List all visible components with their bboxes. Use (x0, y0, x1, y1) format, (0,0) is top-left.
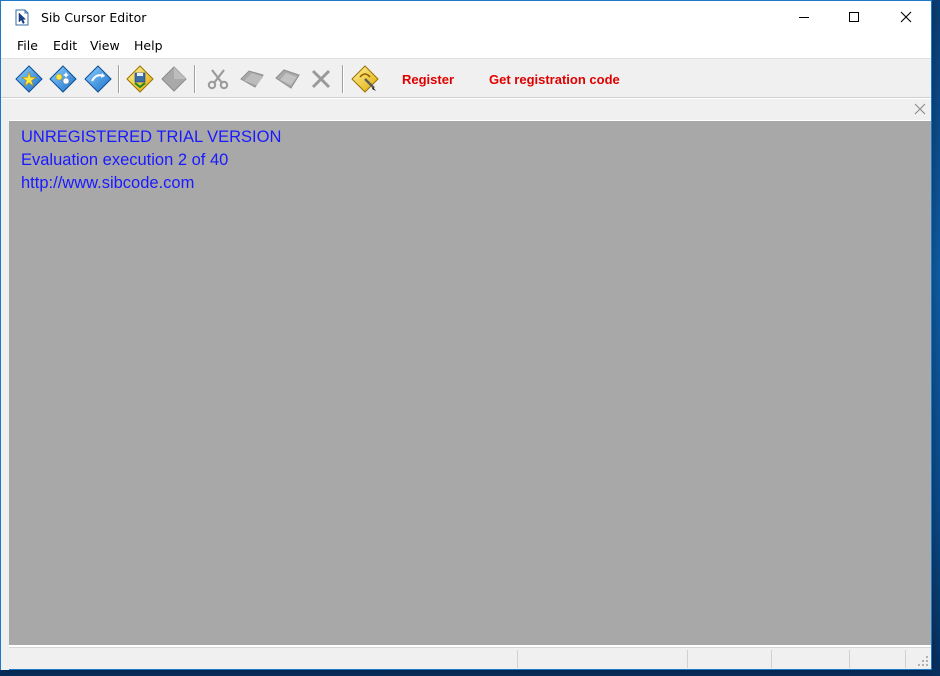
diamond-save-icon[interactable] (125, 64, 155, 94)
menu-help[interactable]: Help (134, 38, 163, 53)
trial-notice: UNREGISTERED TRIAL VERSION (21, 128, 282, 146)
maximize-icon (849, 12, 859, 22)
close-icon (900, 11, 912, 23)
scissors-icon[interactable] (203, 64, 233, 94)
maximize-button[interactable] (831, 1, 877, 33)
title-bar[interactable]: Sib Cursor Editor (1, 1, 931, 33)
register-link[interactable]: Register (402, 72, 454, 87)
status-pane (771, 650, 850, 668)
get-registration-code-link[interactable]: Get registration code (489, 72, 620, 87)
copy-icon[interactable] (237, 64, 267, 94)
workspace-area[interactable]: UNREGISTERED TRIAL VERSION Evaluation ex… (9, 121, 931, 645)
status-pane (687, 650, 772, 668)
app-cursor-icon (15, 9, 29, 26)
diamond-gray-icon[interactable] (159, 64, 189, 94)
diamond-arrow-icon[interactable] (83, 64, 113, 94)
status-pane (517, 650, 688, 668)
document-tab-strip (9, 99, 931, 120)
x-icon[interactable] (306, 64, 336, 94)
menu-file[interactable]: File (17, 38, 38, 53)
toolbar-separator (118, 65, 120, 93)
website-url: http://www.sibcode.com (21, 174, 195, 192)
diamond-star-icon[interactable] (14, 64, 44, 94)
toolbar-separator (342, 65, 344, 93)
diamond-pencil-icon[interactable] (350, 64, 380, 94)
minimize-icon (799, 17, 809, 18)
diamond-sparkle-icon[interactable] (48, 64, 78, 94)
menu-edit[interactable]: Edit (53, 38, 77, 53)
toolbar-separator (194, 65, 196, 93)
evaluation-count: Evaluation execution 2 of 40 (21, 151, 229, 169)
menu-bar: File Edit View Help (1, 35, 931, 57)
menu-view[interactable]: View (90, 38, 120, 53)
window-left-frame (1, 99, 9, 670)
toolbar: Register Get registration code (1, 58, 931, 98)
status-pane (849, 650, 906, 668)
close-document-icon[interactable] (913, 102, 927, 116)
paste-icon[interactable] (272, 64, 302, 94)
minimize-button[interactable] (781, 1, 827, 33)
close-button[interactable] (883, 1, 929, 33)
resize-grip-icon[interactable] (917, 655, 929, 667)
app-window: Sib Cursor Editor File Edit View Help Re… (0, 0, 932, 670)
window-title: Sib Cursor Editor (41, 10, 147, 25)
status-bar (9, 647, 931, 669)
